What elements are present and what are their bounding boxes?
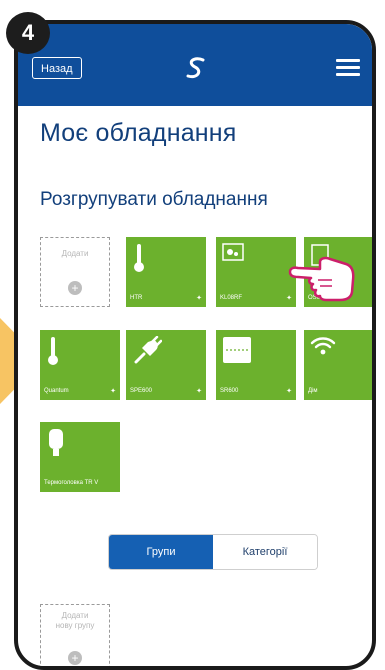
device-tile-spe600[interactable]: SPE600 ✦ (126, 330, 206, 400)
add-group-label: Додати нову групу (55, 611, 95, 630)
device-tile-quantum[interactable]: Quantum ✦ (40, 330, 120, 400)
device-label: HTR (130, 295, 143, 301)
device-tile-sr600[interactable]: SR600 ✦ (216, 330, 296, 400)
trv-head-icon (49, 429, 63, 456)
add-device-tile[interactable]: Додати + (40, 237, 110, 307)
device-label: SR600 (220, 388, 239, 394)
relay-box-icon (223, 337, 251, 363)
device-tile-htr[interactable]: HTR ✦ (126, 237, 206, 307)
plus-icon: + (68, 281, 82, 295)
device-tile-kl08rf[interactable]: KL08RF ✦ (216, 237, 296, 307)
thermometer-icon (48, 337, 58, 365)
thermometer-icon (134, 244, 144, 272)
device-label: Quantum (44, 388, 69, 394)
logo-icon (186, 57, 205, 79)
plug-icon (134, 336, 162, 364)
pin-icon: ✦ (196, 388, 202, 395)
tab-groups[interactable]: Групи (109, 535, 213, 569)
device-label: KL08RF (220, 295, 243, 301)
device-tile-home[interactable]: Дім ✦ (304, 330, 376, 400)
plus-icon: + (68, 651, 82, 665)
pin-icon: ✦ (196, 295, 202, 302)
page-title: Моє обладнання (40, 119, 237, 147)
controller-box-icon (222, 243, 244, 261)
ungroup-devices-title: Розгрупувати обладнання (40, 189, 268, 210)
wifi-icon (310, 337, 336, 355)
device-tile-trv[interactable]: Термоголовка TR V (40, 422, 120, 492)
pin-icon: ✦ (110, 388, 116, 395)
device-label: Дім (308, 388, 318, 394)
hand-pointer-icon (288, 256, 355, 302)
phone-screen: Назад Моє обладнання Розгрупувати обладн… (14, 20, 376, 670)
add-device-label: Додати (61, 249, 89, 258)
back-button[interactable]: Назад (32, 57, 82, 79)
device-label: Термоголовка TR V (44, 480, 99, 486)
device-label: SPE600 (130, 388, 153, 394)
tab-categories[interactable]: Категорії (213, 535, 317, 569)
pin-icon: ✦ (374, 387, 376, 395)
view-toggle: Групи Категорії (108, 534, 318, 570)
pin-icon: ✦ (286, 388, 292, 395)
add-group-tile[interactable]: Додати нову групу + (40, 604, 110, 666)
hamburger-menu-icon[interactable] (336, 59, 360, 77)
pin-icon: ✦ (374, 294, 376, 302)
step-number-badge: 4 (6, 12, 50, 54)
app-header: Назад (18, 24, 372, 106)
